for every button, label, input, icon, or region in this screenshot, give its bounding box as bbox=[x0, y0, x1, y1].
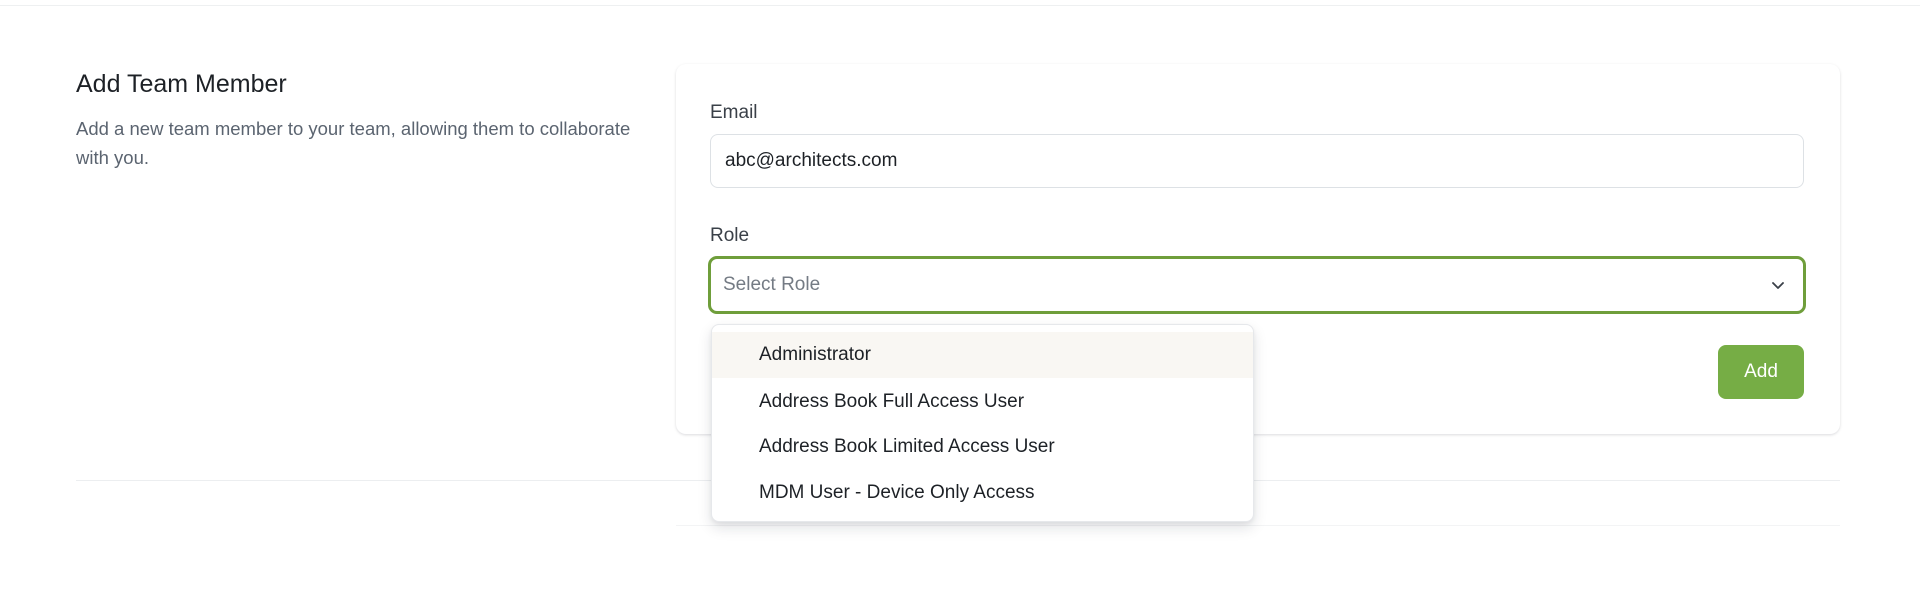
role-option-address-book-full-access[interactable]: Address Book Full Access User bbox=[712, 379, 1253, 425]
chevron-down-icon bbox=[1772, 282, 1784, 289]
role-select[interactable]: Select Role bbox=[708, 256, 1806, 314]
email-label: Email bbox=[710, 102, 758, 123]
email-input[interactable] bbox=[710, 134, 1804, 188]
role-select-placeholder: Select Role bbox=[723, 274, 821, 295]
role-option-administrator[interactable]: Administrator bbox=[712, 332, 1253, 378]
add-button[interactable]: Add bbox=[1718, 345, 1804, 399]
role-option-mdm-user[interactable]: MDM User - Device Only Access bbox=[712, 470, 1253, 516]
section-info: Add Team Member Add a new team member to… bbox=[76, 68, 636, 172]
top-divider bbox=[0, 5, 1920, 6]
page: Add Team Member Add a new team member to… bbox=[0, 0, 1920, 594]
section-description: Add a new team member to your team, allo… bbox=[76, 118, 631, 168]
section-title: Add Team Member bbox=[76, 70, 287, 98]
role-label: Role bbox=[710, 225, 750, 246]
role-option-address-book-limited-access[interactable]: Address Book Limited Access User bbox=[712, 424, 1253, 470]
role-dropdown-menu: Administrator Address Book Full Access U… bbox=[711, 324, 1254, 522]
card-bottom-divider bbox=[676, 525, 1840, 526]
